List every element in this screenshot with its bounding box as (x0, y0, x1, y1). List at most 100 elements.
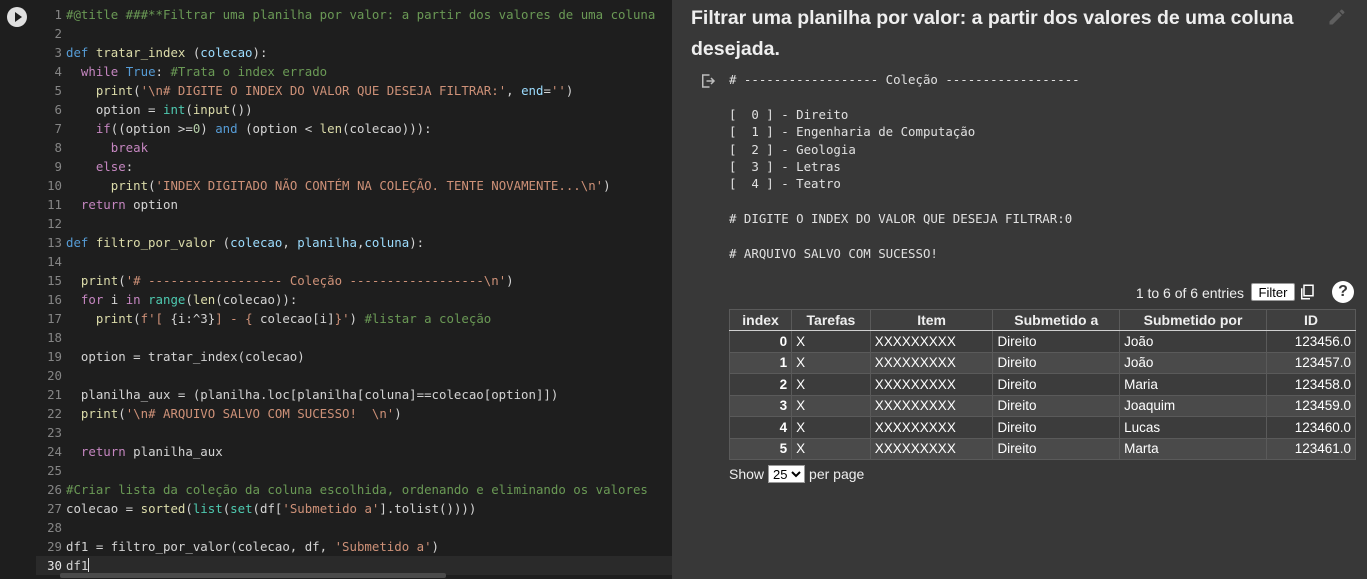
code-line[interactable]: 7 if((option >=0) and (option < len(cole… (36, 119, 672, 138)
code-line[interactable]: 2 (36, 24, 672, 43)
line-number: 8 (54, 140, 62, 155)
code-line[interactable]: 4 while True: #Trata o index errado (36, 62, 672, 81)
column-header[interactable]: index (728, 309, 793, 331)
code-token: while (80, 64, 126, 79)
code-line[interactable]: 28 (36, 518, 672, 537)
code-line[interactable]: 25 (36, 461, 672, 480)
code-line[interactable]: 20 (36, 366, 672, 385)
code-token: (colecao)): (215, 292, 298, 307)
line-number: 17 (47, 311, 62, 326)
table-cell: 1 (728, 351, 793, 374)
code-token: f'[ (140, 311, 171, 326)
column-header[interactable]: Item (869, 309, 994, 331)
table-cell: Direito (992, 330, 1121, 353)
line-number: 28 (47, 520, 62, 535)
page-size-select[interactable]: 25 (768, 465, 806, 483)
code-token: ( (215, 235, 231, 250)
code-token: colecao[i] (260, 311, 335, 326)
code-line[interactable]: 23 (36, 423, 672, 442)
code-line[interactable]: 6 option = int(input()) (36, 100, 672, 119)
table-cell: 123461.0 (1265, 437, 1357, 460)
code-token: '# ------------------ Coleção ----------… (125, 273, 507, 288)
table-cell: Maria (1119, 373, 1267, 396)
table-toolbar: 1 to 6 of 6 entries Filter ? (729, 281, 1356, 305)
code-line[interactable]: 29 df1 = filtro_por_valor(colecao, df, 'S… (36, 537, 672, 556)
code-token: colecao (230, 235, 283, 250)
code-line[interactable]: 18 (36, 328, 672, 347)
table-cell: Direito (992, 351, 1121, 374)
code-token: ( (185, 45, 201, 60)
code-line[interactable]: 3 def tratar_index (colecao): (36, 43, 672, 62)
table-cell: 2 (728, 373, 793, 396)
code-line[interactable]: 8 break (36, 138, 672, 157)
line-number: 19 (47, 349, 62, 364)
code-token: option = (66, 102, 163, 117)
code-line[interactable]: 10 print('INDEX DIGITADO NÃO CONTÉM NA C… (36, 176, 672, 195)
code-line[interactable]: 11 return option (36, 195, 672, 214)
column-header[interactable]: Submetido a (992, 309, 1121, 331)
code-line[interactable]: 16 for i in range(len(colecao)): (36, 290, 672, 309)
code-token: #Trata o index errado (170, 64, 328, 79)
table-row: 0 X XXXXXXXXX Direito João 123456.0 (728, 330, 1357, 353)
code-token: i (103, 292, 126, 307)
data-table: index Tarefas Item Submetido a Submetido por… (728, 309, 1357, 460)
help-icon[interactable]: ? (1332, 281, 1354, 303)
code-line[interactable]: 27 colecao = sorted(list(set(df['Submetid… (36, 499, 672, 518)
horizontal-scrollbar[interactable] (60, 573, 446, 578)
code-line[interactable]: 22 print('\n# ARQUIVO SALVO COM SUCESSO!… (36, 404, 672, 423)
code-token: ].tolist()))) (379, 501, 477, 516)
code-line[interactable]: 26 #Criar lista da coleção da coluna esco… (36, 480, 672, 499)
code-line[interactable]: 1 #@title ###**Filtrar uma planilha por v… (36, 5, 672, 24)
code-line[interactable]: 15 print('# ------------------ Coleção -… (36, 271, 672, 290)
code-text: colecao = sorted(list(set(df['Submetido … (66, 501, 476, 516)
code-token: df1 = filtro_por_valor(colecao, df, (66, 539, 335, 554)
code-line[interactable]: 24 return planilha_aux (36, 442, 672, 461)
code-line[interactable]: 9 else: (36, 157, 672, 176)
code-line[interactable]: 13 def filtro_por_valor (colecao, planilh… (36, 233, 672, 252)
column-header[interactable]: ID (1265, 309, 1357, 331)
code-token: tratar_index (95, 45, 186, 60)
pencil-icon[interactable] (1327, 7, 1347, 27)
code-token: ( (185, 292, 193, 307)
run-cell-button[interactable] (7, 7, 27, 27)
code-editor[interactable]: 1 #@title ###**Filtrar uma planilha por v… (0, 0, 672, 579)
entries-info: 1 to 6 of 6 entries (1135, 285, 1244, 301)
line-number: 23 (47, 425, 62, 440)
code-token: and (215, 121, 238, 136)
code-token: end (521, 83, 544, 98)
table-cell: 123457.0 (1265, 351, 1357, 374)
column-header[interactable]: Tarefas (791, 309, 871, 331)
copy-icon[interactable] (1298, 283, 1316, 301)
code-area[interactable]: 1 #@title ###**Filtrar uma planilha por v… (36, 5, 672, 575)
line-number: 3 (54, 45, 62, 60)
code-line[interactable]: 14 (36, 252, 672, 271)
table-cell: Direito (992, 416, 1121, 439)
filter-button[interactable]: Filter (1251, 283, 1295, 301)
table-row: 4 X XXXXXXXXX Direito Lucas 123460.0 (728, 416, 1357, 439)
table-cell: X (791, 373, 871, 396)
code-token: df1 (66, 558, 89, 573)
code-line[interactable]: 12 (36, 214, 672, 233)
table-row: 3 X XXXXXXXXX Direito Joaquim 123459.0 (728, 394, 1357, 417)
pagination-bar: Show 25 per page (729, 465, 1356, 483)
table-cell: XXXXXXXXX (869, 330, 994, 353)
code-token: ( (148, 178, 156, 193)
code-token: len (192, 292, 216, 307)
code-token: (df[ (252, 501, 283, 516)
code-text: option = tratar_index(colecao) (66, 349, 305, 364)
output-redirect-icon (702, 74, 716, 88)
code-line[interactable]: 19 option = tratar_index(colecao) (36, 347, 672, 366)
code-line[interactable]: 17 print(f'[ {i:^3}] - { colecao[i]}') #… (36, 309, 672, 328)
code-token: ): (252, 45, 268, 60)
code-token: colecao (200, 45, 253, 60)
code-token: for (80, 292, 104, 307)
code-line[interactable]: 21 planilha_aux = (planilha.loc[planilha… (36, 385, 672, 404)
code-token: option = tratar_index(colecao) (66, 349, 305, 364)
code-token: ): (409, 235, 425, 250)
table-cell: XXXXXXXXX (869, 351, 994, 374)
code-line[interactable]: 5 print('\n# DIGITE O INDEX DO VALOR QUE… (36, 81, 672, 100)
table-cell: XXXXXXXXX (869, 416, 994, 439)
column-header[interactable]: Submetido por (1119, 309, 1267, 331)
code-token: return (80, 444, 126, 459)
